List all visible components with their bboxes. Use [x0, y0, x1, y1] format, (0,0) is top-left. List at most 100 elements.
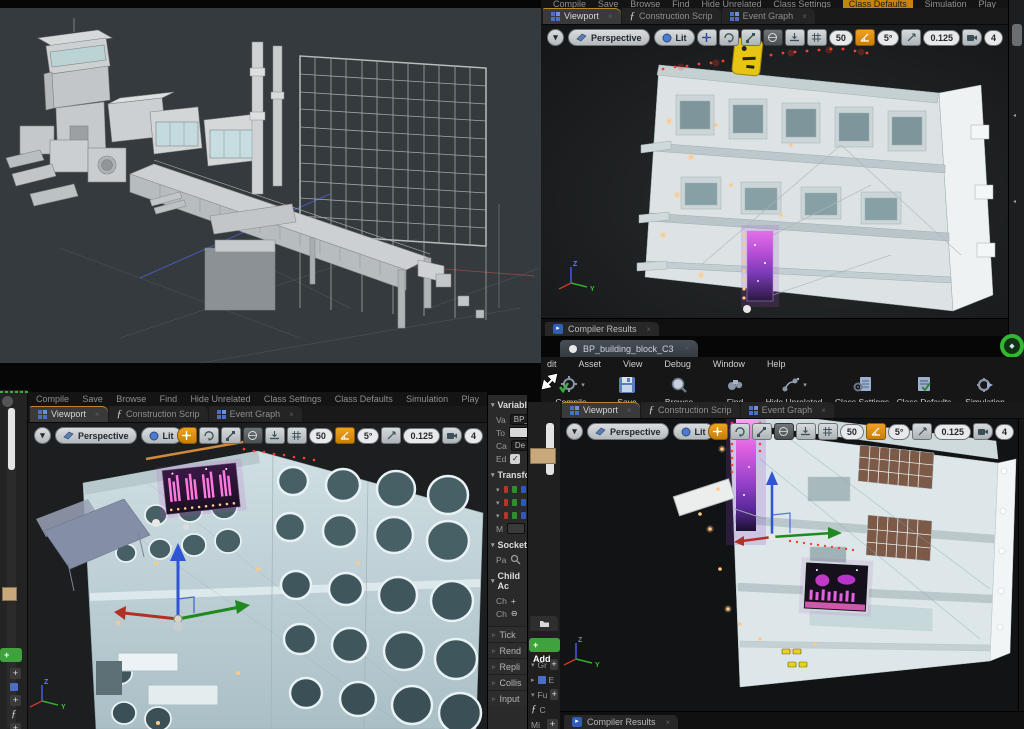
graphs-section[interactable]: ▾Gr+ — [529, 658, 560, 671]
scale-tool-button[interactable] — [221, 427, 241, 444]
translate-tool-button[interactable] — [708, 423, 728, 440]
asset-document-tab[interactable]: BP_building_block_C3 × — [560, 340, 698, 357]
rotation-snap-button[interactable] — [335, 427, 355, 444]
close-icon[interactable]: × — [821, 406, 826, 415]
tab-viewport[interactable]: Viewport × — [30, 406, 108, 422]
mobility-row[interactable]: M — [488, 522, 527, 535]
camera-speed-button[interactable] — [442, 427, 462, 444]
compile-label[interactable]: Compile — [36, 393, 69, 405]
rotation-snap-value[interactable]: 5° — [888, 424, 911, 440]
category-rendering[interactable]: ▹Rend — [488, 642, 527, 658]
translate-tool-button[interactable] — [697, 29, 717, 46]
minus-circle-icon[interactable]: ⊖ — [511, 609, 518, 618]
editable-checkbox[interactable]: ✓ — [510, 454, 520, 464]
rotate-tool-button[interactable] — [719, 29, 739, 46]
viewport-options-button[interactable]: ▾ — [547, 29, 564, 46]
transform-scale-row[interactable]: ▾ — [488, 509, 527, 522]
scale-snap-value[interactable]: 0.125 — [934, 424, 971, 440]
perspective-button[interactable]: Perspective — [568, 29, 650, 46]
tab-event-graph[interactable]: Event Graph × — [209, 406, 302, 422]
grid-snap-value[interactable]: 50 — [840, 424, 864, 440]
rotation-snap-value[interactable]: 5° — [877, 30, 900, 46]
close-icon[interactable]: × — [685, 344, 690, 353]
add-graph-button[interactable]: + — [550, 659, 558, 670]
class-defaults-label[interactable]: Class Defaults — [843, 0, 913, 8]
rotation-snap-value[interactable]: 5° — [357, 428, 380, 444]
close-icon[interactable]: × — [666, 718, 671, 727]
details-section-variable[interactable]: ▾Variable — [488, 395, 527, 413]
scale-snap-value[interactable]: 0.125 — [403, 428, 440, 444]
panel-tab[interactable] — [530, 616, 558, 631]
class-settings-label[interactable]: Class Settings — [773, 0, 831, 8]
details-section-child-actor[interactable]: ▾Child Ac — [488, 566, 527, 594]
viewport-3d-top-right[interactable]: Z Y ▾ Perspective Lit — [541, 25, 1008, 318]
tooltip-field[interactable] — [509, 427, 527, 438]
scale-snap-button[interactable] — [912, 423, 932, 440]
splitter-arrow-icon[interactable]: ◂ — [1013, 112, 1016, 119]
save-label[interactable]: Save — [82, 393, 103, 405]
search-icon[interactable] — [510, 554, 521, 565]
lit-mode-button[interactable]: Lit — [141, 427, 182, 444]
coordinate-space-button[interactable] — [774, 423, 794, 440]
tab-event-graph[interactable]: Event Graph × — [722, 8, 815, 24]
tab-construction-script[interactable]: ƒ Construction Scrip — [622, 8, 721, 24]
grid-snap-button[interactable] — [287, 427, 307, 444]
rotation-snap-button[interactable] — [866, 423, 886, 440]
tab-construction-script[interactable]: ƒ Construction Scrip — [109, 406, 208, 422]
scale-tool-button[interactable] — [752, 423, 772, 440]
viewport-3d-bottom-left[interactable]: Z Y ▾ Perspective Lit — [28, 423, 487, 729]
play-label[interactable]: Play — [461, 393, 479, 405]
grid-snap-value[interactable]: 50 — [829, 30, 853, 46]
category-tick[interactable]: ▹Tick — [488, 626, 527, 642]
close-icon[interactable]: × — [95, 410, 100, 419]
menu-item-help[interactable]: Help — [767, 359, 786, 369]
close-icon[interactable]: × — [647, 325, 652, 334]
rotation-snap-button[interactable] — [855, 29, 875, 46]
greybox-viewport[interactable] — [0, 8, 541, 363]
menu-item-view[interactable]: View — [623, 359, 642, 369]
variable-name-field[interactable]: BP_ — [510, 414, 527, 425]
viewport-options-button[interactable]: ▾ — [566, 423, 583, 440]
rotate-tool-button[interactable] — [730, 423, 750, 440]
viewport-3d-bottom-right[interactable]: Z Y ▾ Perspective Lit — [560, 419, 1024, 711]
surface-snap-button[interactable] — [785, 29, 805, 46]
add-function-button[interactable]: + — [550, 689, 558, 700]
camera-speed-button[interactable] — [962, 29, 982, 46]
hide-unrelated-label[interactable]: Hide Unrelated — [190, 393, 250, 405]
plus-icon[interactable]: + — [511, 596, 516, 606]
transform-location-row[interactable]: ▾ — [488, 483, 527, 496]
rotate-tool-button[interactable] — [199, 427, 219, 444]
add-button[interactable]: + Add — [0, 648, 22, 662]
scrollbar-thumb[interactable] — [8, 408, 15, 470]
perspective-button[interactable]: Perspective — [587, 423, 669, 440]
translate-tool-button[interactable] — [177, 427, 197, 444]
transform-rotation-row[interactable]: ▾ — [488, 496, 527, 509]
scale-tool-button[interactable] — [741, 29, 761, 46]
close-icon[interactable]: × — [289, 410, 294, 419]
color-swatch[interactable] — [2, 587, 17, 601]
scale-snap-button[interactable] — [381, 427, 401, 444]
functions-section[interactable]: ▾Fu+ — [529, 688, 560, 701]
add-section-button[interactable]: + — [10, 668, 21, 679]
scale-snap-value[interactable]: 0.125 — [923, 30, 960, 46]
menu-item-debug[interactable]: Debug — [664, 359, 691, 369]
category-input[interactable]: ▹Input — [488, 690, 527, 706]
simulation-label[interactable]: Simulation — [925, 0, 967, 8]
macros-section[interactable]: Mi+ — [529, 718, 560, 729]
coordinate-space-button[interactable] — [243, 427, 263, 444]
add-section-button[interactable]: + — [10, 723, 21, 729]
camera-speed-button[interactable] — [973, 423, 993, 440]
tab-viewport[interactable]: Viewport × — [562, 402, 640, 418]
class-defaults-label[interactable]: Class Defaults — [335, 393, 393, 405]
save-label[interactable]: Save — [598, 0, 619, 8]
close-icon[interactable]: × — [802, 12, 807, 21]
grid-snap-button[interactable] — [818, 423, 838, 440]
menu-item-asset[interactable]: Asset — [579, 359, 602, 369]
category-replication[interactable]: ▹Repli — [488, 658, 527, 674]
perspective-button[interactable]: Perspective — [55, 427, 137, 444]
simulation-label[interactable]: Simulation — [406, 393, 448, 405]
viewport-options-button[interactable]: ▾ — [34, 427, 51, 444]
compiler-results-tab[interactable]: ▸ Compiler Results × — [545, 322, 659, 336]
camera-speed-value[interactable]: 4 — [984, 30, 1003, 46]
find-label[interactable]: Find — [672, 0, 690, 8]
